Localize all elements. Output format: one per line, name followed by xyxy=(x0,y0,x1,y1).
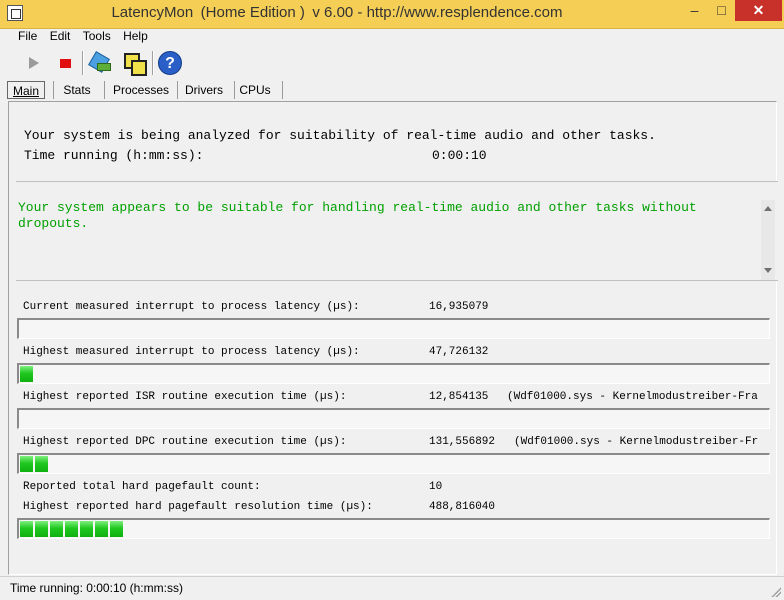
main-panel: Your system is being analyzed for suitab… xyxy=(8,101,778,575)
latency-bar xyxy=(17,408,770,429)
toolbar-separator xyxy=(82,51,84,75)
tab-main-label: Main xyxy=(12,84,39,98)
menu-bar: File Edit Tools Help xyxy=(8,29,157,47)
metric-value: 16,935079 xyxy=(429,301,489,313)
toolbar-separator xyxy=(152,51,154,75)
tab-separator xyxy=(104,81,105,99)
tab-cpus-label: CPUs xyxy=(239,83,271,97)
bar-segment xyxy=(65,521,78,537)
play-icon[interactable] xyxy=(22,51,46,75)
bar-fill xyxy=(20,456,50,472)
stop-icon[interactable] xyxy=(54,51,78,75)
tab-stats[interactable]: Stats xyxy=(57,81,97,99)
time-running-label: Time running (h:mm:ss): xyxy=(24,148,204,163)
metric-label: Highest reported hard pagefault resoluti… xyxy=(23,501,373,513)
scroll-down-arrow-icon[interactable] xyxy=(764,268,772,273)
latency-bar xyxy=(17,518,770,539)
status-text: Time running: 0:00:10 (h:mm:ss) xyxy=(10,581,183,595)
latency-bar xyxy=(17,363,770,384)
metric-label: Highest reported DPC routine execution t… xyxy=(23,436,347,448)
result-message: Your system appears to be suitable for h… xyxy=(18,200,697,231)
tab-drivers-label: Drivers xyxy=(185,83,223,97)
menu-tools[interactable]: Tools xyxy=(83,29,111,43)
help-icon[interactable]: ? xyxy=(158,51,182,75)
metric-label: Highest reported ISR routine execution t… xyxy=(23,391,347,403)
bar-segment xyxy=(50,521,63,537)
bar-fill xyxy=(20,521,125,537)
tab-separator xyxy=(177,81,178,99)
metric-value: 488,816040 xyxy=(429,501,496,513)
bar-fill xyxy=(20,366,35,382)
tab-cpus[interactable]: CPUs xyxy=(237,81,273,99)
metric-label: Highest measured interrupt to process la… xyxy=(23,346,360,358)
bar-segment xyxy=(20,366,33,382)
menu-edit[interactable]: Edit xyxy=(50,29,71,43)
bar-segment xyxy=(95,521,108,537)
menu-file[interactable]: File xyxy=(18,29,37,43)
tab-processes[interactable]: Processes xyxy=(110,81,172,99)
tab-separator xyxy=(234,81,235,99)
analysis-line: Your system is being analyzed for suitab… xyxy=(24,128,656,143)
metric-value: 131,556892 xyxy=(429,436,496,448)
bar-segment xyxy=(35,521,48,537)
tab-stats-label: Stats xyxy=(63,83,91,97)
minimize-button[interactable]: – xyxy=(681,0,708,21)
bar-segment xyxy=(110,521,123,537)
metric-value: 12,854135 xyxy=(429,391,489,403)
tab-main[interactable]: Main xyxy=(7,81,45,99)
metric-label: Reported total hard pagefault count: xyxy=(23,481,261,493)
tab-processes-label: Processes xyxy=(112,83,170,97)
latency-bar xyxy=(17,318,770,339)
latency-bar xyxy=(17,453,770,474)
time-running-value: 0:00:10 xyxy=(432,148,487,163)
status-bar: Time running: 0:00:10 (h:mm:ss) xyxy=(0,576,784,600)
result-message-box[interactable]: Your system appears to be suitable for h… xyxy=(16,181,778,281)
window-title: LatencyMon (Home Edition ) v 6.00 - http… xyxy=(111,4,563,21)
bar-segment xyxy=(80,521,93,537)
resize-grip-icon[interactable] xyxy=(771,587,781,597)
tab-separator xyxy=(53,81,54,99)
metric-label: Current measured interrupt to process la… xyxy=(23,301,360,313)
bar-segment xyxy=(20,521,33,537)
metric-value: 47,726132 xyxy=(429,346,489,358)
tab-separator xyxy=(282,81,283,99)
close-button[interactable]: ✕ xyxy=(735,0,782,21)
maximize-button[interactable]: □ xyxy=(708,0,735,21)
metric-driver: (Wdf01000.sys - Kernelmodustreiber-Fr xyxy=(514,436,759,448)
title-bar[interactable]: LatencyMon (Home Edition ) v 6.00 - http… xyxy=(0,0,784,29)
metric-driver: (Wdf01000.sys - Kernelmodustreiber-Fra xyxy=(507,391,758,403)
scroll-up-arrow-icon[interactable] xyxy=(764,206,772,211)
tool-icon[interactable] xyxy=(88,51,112,75)
menu-help[interactable]: Help xyxy=(123,29,148,43)
bar-segment xyxy=(35,456,48,472)
tab-drivers[interactable]: Drivers xyxy=(181,81,227,99)
bar-segment xyxy=(20,456,33,472)
metric-value: 10 xyxy=(429,481,443,493)
windows-icon[interactable] xyxy=(122,51,147,76)
